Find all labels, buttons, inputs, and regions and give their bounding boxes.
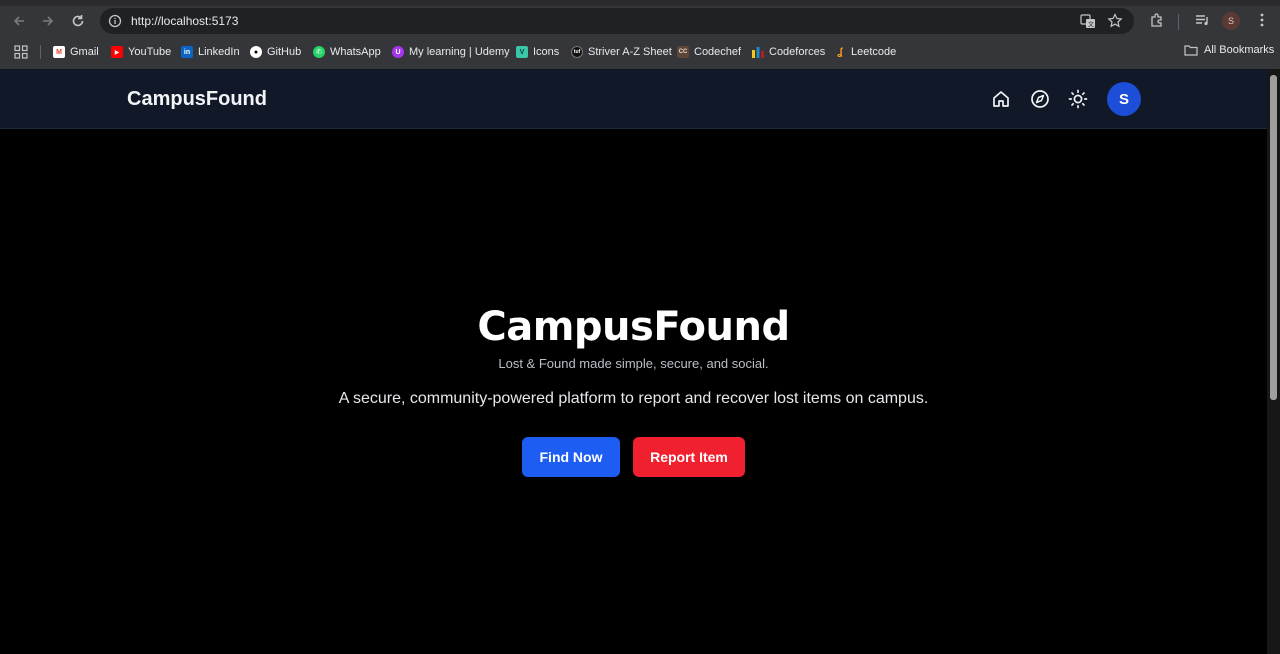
- reload-button[interactable]: [67, 10, 89, 32]
- bookmark-label: LinkedIn: [198, 46, 240, 58]
- leetcode-icon: ʆ: [837, 46, 843, 58]
- all-bookmarks-label: All Bookmarks: [1204, 44, 1275, 56]
- brand-logo[interactable]: CampusFound: [127, 88, 267, 111]
- striver-icon: tuf: [571, 46, 583, 58]
- compass-icon[interactable]: [1030, 89, 1050, 109]
- address-bar[interactable]: http://localhost:5173 文: [100, 8, 1134, 34]
- back-button[interactable]: [8, 10, 30, 32]
- bookmark-label: Codeforces: [769, 46, 826, 58]
- bookmarks-bar: M Gmail ▶ YouTube in LinkedIn ● GitHub ✆…: [0, 36, 1280, 68]
- codeforces-icon: [752, 46, 764, 58]
- toolbar-divider: [1178, 14, 1179, 30]
- whatsapp-icon: ✆: [313, 46, 325, 58]
- bookmark-udemy[interactable]: U My learning | Udemy: [392, 44, 510, 60]
- bookmark-codeforces[interactable]: Codeforces: [752, 44, 825, 60]
- bookmark-linkedin[interactable]: in LinkedIn: [181, 44, 240, 60]
- find-now-button[interactable]: Find Now: [522, 437, 620, 477]
- media-controls-icon[interactable]: [1194, 12, 1210, 28]
- github-icon: ●: [250, 46, 262, 58]
- reload-icon: [72, 15, 84, 27]
- bookmark-label: GitHub: [267, 46, 302, 58]
- hero-description: A secure, community-powered platform to …: [338, 390, 929, 407]
- bookmark-label: My learning | Udemy: [409, 46, 510, 58]
- site-info-icon[interactable]: [108, 14, 122, 28]
- report-item-button[interactable]: Report Item: [633, 437, 745, 477]
- linkedin-icon: in: [181, 46, 193, 58]
- bookmark-youtube[interactable]: ▶ YouTube: [111, 44, 171, 60]
- bookmark-label: Striver A-Z Sheet: [588, 46, 672, 58]
- bookmark-icons[interactable]: V Icons: [516, 44, 559, 60]
- bookmark-github[interactable]: ● GitHub: [250, 44, 301, 60]
- bookmark-whatsapp[interactable]: ✆ WhatsApp: [313, 44, 381, 60]
- codechef-icon: CC: [677, 46, 689, 58]
- profile-avatar[interactable]: S: [1222, 12, 1240, 30]
- page-scrollbar[interactable]: [1267, 69, 1280, 654]
- bookmark-label: WhatsApp: [330, 46, 381, 58]
- youtube-icon: ▶: [111, 46, 123, 58]
- bookmark-label: Gmail: [70, 46, 99, 58]
- bookmark-label: Icons: [533, 46, 560, 58]
- app-navbar: CampusFound S: [0, 69, 1267, 129]
- url-text: http://localhost:5173: [131, 14, 239, 28]
- folder-icon: [1184, 45, 1198, 56]
- extensions-icon[interactable]: [1149, 12, 1165, 28]
- all-bookmarks-button[interactable]: All Bookmarks: [1184, 44, 1274, 56]
- browser-toolbar: http://localhost:5173 文 S M Gmail ▶ YouT…: [0, 0, 1280, 69]
- user-avatar[interactable]: S: [1107, 82, 1141, 116]
- svg-text:文: 文: [1088, 21, 1094, 29]
- scrollbar-thumb[interactable]: [1270, 75, 1277, 400]
- arrow-left-icon: [13, 16, 24, 26]
- home-icon[interactable]: [991, 89, 1011, 109]
- bookmark-striver[interactable]: tuf Striver A-Z Sheet: [571, 44, 672, 60]
- hero-section: CampusFound Lost & Found made simple, se…: [0, 129, 1267, 654]
- bookmark-label: Leetcode: [851, 46, 897, 58]
- navigation-row: http://localhost:5173 文 S: [0, 6, 1280, 36]
- icons-icon: V: [516, 46, 528, 58]
- bookmark-star-icon[interactable]: [1107, 13, 1123, 29]
- forward-button[interactable]: [37, 10, 59, 32]
- bookmarks-divider: [40, 45, 41, 59]
- sun-icon[interactable]: [1068, 89, 1088, 109]
- bookmark-leetcode[interactable]: ʆ Leetcode: [834, 44, 896, 60]
- bookmark-gmail[interactable]: M Gmail: [53, 44, 99, 60]
- bookmark-codechef[interactable]: CC Codechef: [677, 44, 741, 60]
- bookmark-label: Codechef: [694, 46, 742, 58]
- apps-grid-icon[interactable]: [14, 45, 28, 59]
- bookmark-label: YouTube: [128, 46, 172, 58]
- gmail-icon: M: [53, 46, 65, 58]
- translate-icon[interactable]: 文: [1080, 13, 1096, 29]
- arrow-right-icon: [43, 16, 54, 26]
- hero-subtitle: Lost & Found made simple, secure, and so…: [498, 356, 769, 371]
- udemy-icon: U: [392, 46, 404, 58]
- more-menu-icon[interactable]: [1254, 12, 1270, 28]
- hero-title: CampusFound: [477, 304, 790, 350]
